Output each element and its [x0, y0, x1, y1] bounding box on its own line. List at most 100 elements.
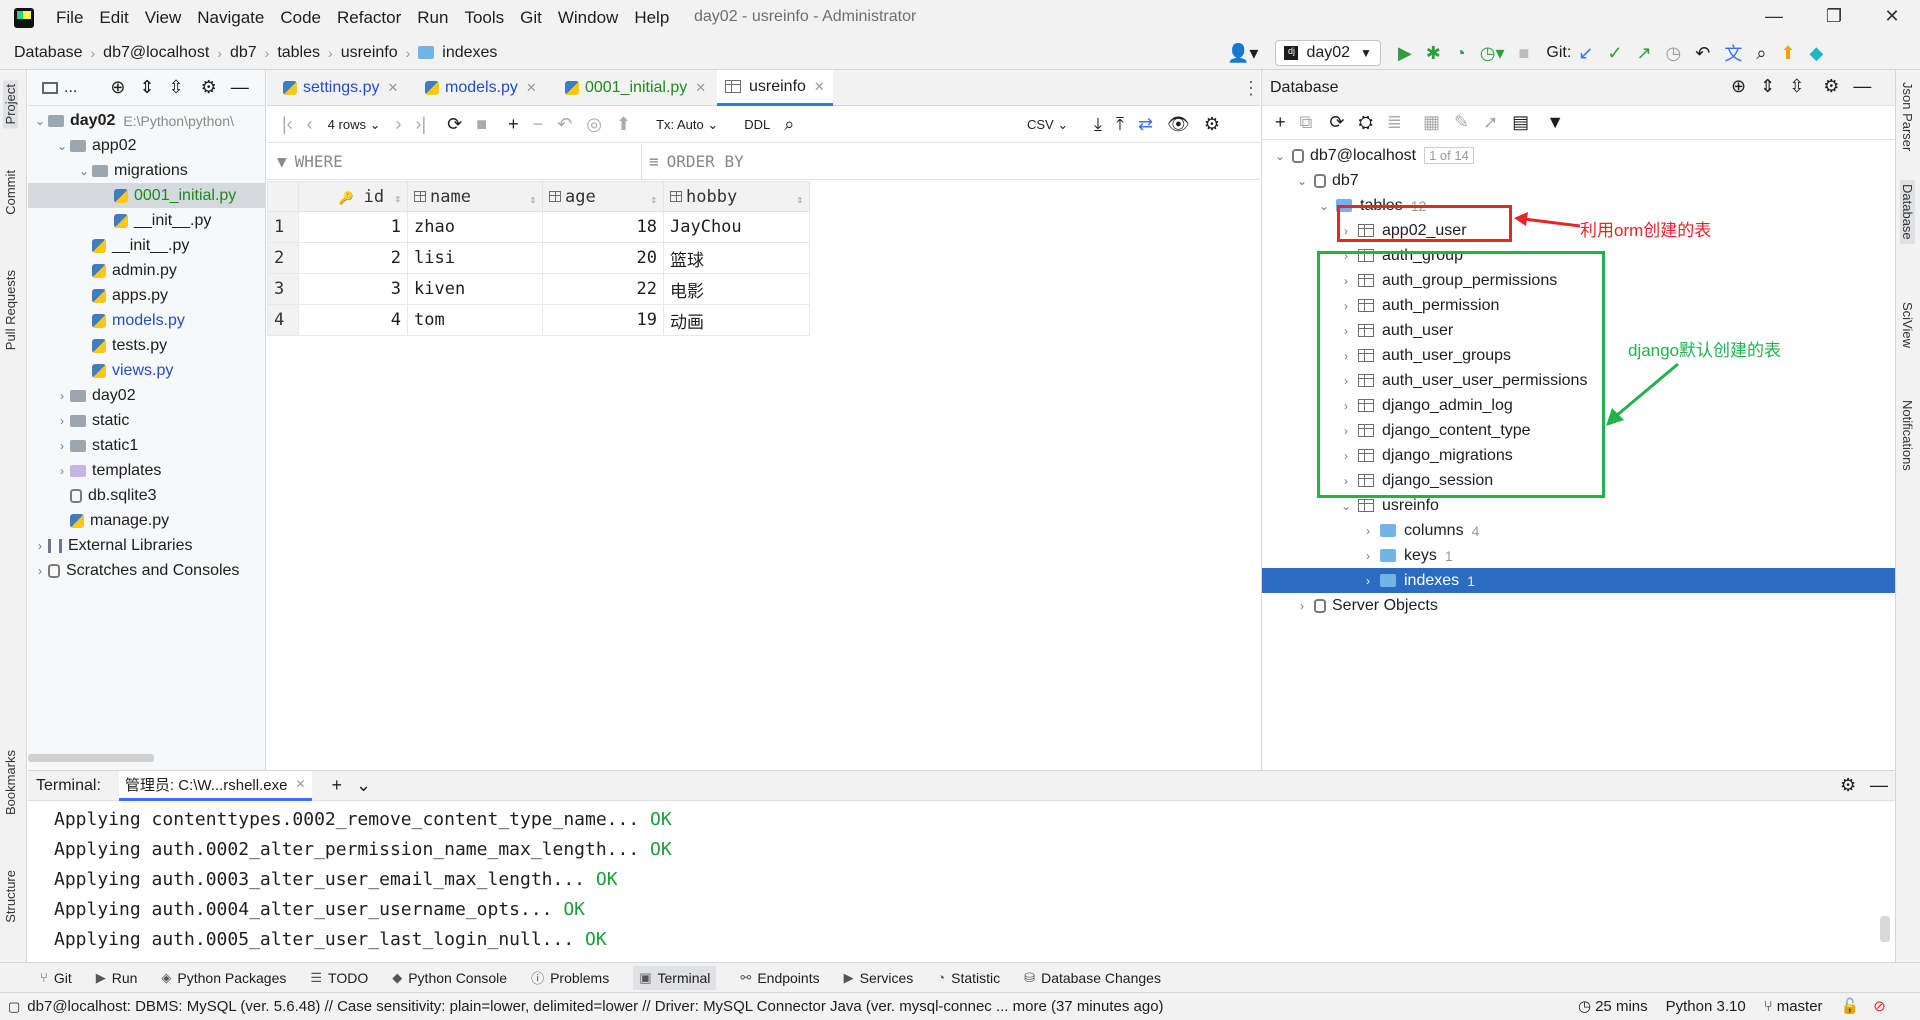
chevron-right-icon[interactable]: › — [54, 464, 70, 478]
tab-commit[interactable]: Commit — [3, 170, 18, 215]
status-message[interactable]: db7@localhost: DBMS: MySQL (ver. 5.6.48)… — [27, 998, 1163, 1015]
locate-icon[interactable]: ⊕ — [110, 77, 125, 98]
gear-icon[interactable]: ⚙ — [1204, 114, 1220, 135]
plugin-icon[interactable]: ◆ — [1810, 43, 1824, 64]
project-view-icon[interactable] — [42, 81, 58, 94]
cell-id[interactable]: 2 — [298, 242, 408, 274]
tree-item[interactable]: › static1 — [28, 433, 266, 458]
debug-icon[interactable]: ✱ — [1426, 43, 1441, 64]
cell-name[interactable]: tom — [407, 304, 543, 336]
tree-item[interactable]: ⌄ app02 — [28, 133, 266, 158]
last-page-icon[interactable]: ›| — [415, 114, 426, 135]
revert-icon[interactable]: ↶ — [557, 114, 572, 135]
tab-bookmarks[interactable]: Bookmarks — [3, 750, 18, 815]
compare-icon[interactable]: ⇄ — [1138, 114, 1153, 135]
tool-terminal[interactable]: ▣ Terminal — [633, 965, 717, 990]
tab-sciview[interactable]: SciView — [1900, 302, 1915, 348]
disconnect-icon[interactable]: ≣ — [1387, 112, 1402, 133]
more-options-icon[interactable]: ⋮ — [1242, 78, 1260, 99]
tool-database-changes[interactable]: ⛁ Database Changes — [1024, 970, 1161, 986]
chevron-down-icon[interactable]: ⌄ — [76, 164, 92, 178]
cell-name[interactable]: kiven — [407, 273, 543, 305]
tree-item[interactable]: 0001_initial.py — [28, 183, 266, 208]
table-row[interactable]: 4 4 tom 19 动画 — [267, 304, 810, 336]
tool-problems[interactable]: ⓘ Problems — [531, 968, 609, 987]
menu-file[interactable]: File — [56, 8, 83, 28]
tree-item[interactable]: admin.py — [28, 258, 266, 283]
tree-item[interactable]: views.py — [28, 358, 266, 383]
tab-database[interactable]: Database — [1900, 180, 1915, 244]
tool-todo[interactable]: ☰ TODO — [310, 970, 368, 986]
tool-python-packages[interactable]: ◈ Python Packages — [161, 970, 286, 986]
search-icon[interactable]: ⌕ — [1756, 43, 1766, 64]
breadcrumb-database[interactable]: Database — [14, 44, 83, 62]
tool-git[interactable]: ⑂ Git — [40, 970, 72, 986]
table-row[interactable]: 1 1 zhao 18 JayChou — [267, 211, 810, 243]
chevron-right-icon[interactable]: › — [1360, 524, 1376, 538]
breadcrumb-schema[interactable]: db7 — [230, 44, 257, 62]
schema-icon[interactable]: ⛭ — [1358, 112, 1372, 133]
cell-id[interactable]: 4 — [298, 304, 408, 336]
db-host[interactable]: ⌄ db7@localhost 1 of 14 — [1262, 143, 1896, 168]
tree-item[interactable]: apps.py — [28, 283, 266, 308]
stop-icon[interactable]: ■ — [476, 114, 487, 135]
table-editor-icon[interactable]: ▦ — [1423, 112, 1440, 133]
close-icon[interactable]: ✕ — [295, 777, 305, 791]
close-icon[interactable]: ✕ — [526, 80, 537, 96]
chevron-down-icon[interactable]: ⌄ — [1294, 174, 1310, 188]
search-icon[interactable]: ⌕ — [784, 114, 794, 135]
menu-view[interactable]: View — [145, 8, 182, 28]
tab-usreinfo[interactable]: usreinfo ✕ — [717, 70, 833, 106]
table-row[interactable]: 2 2 lisi 20 篮球 — [267, 242, 810, 274]
gear-icon[interactable]: ⚙ — [1823, 76, 1839, 97]
order-by-filter[interactable]: ≡ ORDER BY — [649, 152, 744, 171]
minimize-button[interactable]: — — [1762, 6, 1786, 30]
history-icon[interactable]: ◷ — [1666, 43, 1682, 64]
view-icon[interactable]: 👁 — [1167, 114, 1190, 135]
cell-name[interactable]: lisi — [407, 242, 543, 274]
status-time[interactable]: 25 mins — [1595, 998, 1648, 1015]
gear-icon[interactable]: ⚙ — [1840, 775, 1856, 796]
python-interpreter[interactable]: Python 3.10 — [1666, 998, 1746, 1015]
close-button[interactable]: ✕ — [1880, 6, 1904, 30]
prev-page-icon[interactable]: ‹ — [307, 114, 313, 135]
hide-icon[interactable]: — — [1870, 775, 1888, 796]
column-header-age[interactable]: age ⇕ — [542, 181, 664, 212]
tab-project[interactable]: Project — [3, 80, 18, 129]
breadcrumb-indexes[interactable]: indexes — [442, 44, 497, 62]
tool-statistic[interactable]: ◔ Statistic — [937, 970, 1000, 986]
row-number[interactable]: 3 — [267, 273, 299, 305]
chevron-right-icon[interactable]: › — [54, 414, 70, 428]
horizontal-scrollbar[interactable] — [28, 754, 154, 762]
export-format-select[interactable]: CSV ⌄ — [1027, 117, 1068, 133]
breadcrumb-tables[interactable]: tables — [277, 44, 320, 62]
cell-hobby[interactable]: JayChou — [663, 211, 810, 243]
tree-item[interactable]: › day02 — [28, 383, 266, 408]
collapse-all-icon[interactable]: ⇳ — [1789, 76, 1804, 97]
user-icon[interactable]: 👤▾ — [1227, 43, 1258, 64]
tree-item[interactable]: › static — [28, 408, 266, 433]
row-count-select[interactable]: 4 rows ⌄ — [328, 117, 381, 133]
add-icon[interactable]: + — [1275, 112, 1286, 133]
stop-icon[interactable]: ■ — [1519, 43, 1530, 64]
menu-window[interactable]: Window — [558, 8, 618, 28]
preview-icon[interactable]: ◎ — [586, 114, 602, 135]
expand-all-icon[interactable]: ⇕ — [1760, 76, 1775, 97]
terminal-tab[interactable]: 管理员: C:\W...rshell.exe ✕ — [118, 770, 312, 801]
cell-name[interactable]: zhao — [407, 211, 543, 243]
download-icon[interactable]: ⤓ — [1094, 114, 1102, 135]
git-branch[interactable]: master — [1777, 998, 1823, 1015]
tab-json-parser[interactable]: Json Parser — [1900, 82, 1915, 151]
breadcrumb-host[interactable]: db7@localhost — [103, 44, 209, 62]
db-table-subfolder[interactable]: › columns 4 — [1262, 518, 1896, 543]
chevron-right-icon[interactable]: › — [54, 389, 70, 403]
collapse-all-icon[interactable]: ⇳ — [169, 77, 184, 98]
chevron-down-icon[interactable]: ⌄ — [32, 114, 48, 128]
new-tab-icon[interactable]: + — [332, 775, 343, 796]
tree-item[interactable]: __init__.py — [28, 208, 266, 233]
cell-age[interactable]: 22 — [542, 273, 664, 305]
menu-help[interactable]: Help — [634, 8, 669, 28]
table-row[interactable]: 3 3 kiven 22 电影 — [267, 273, 810, 305]
refresh-icon[interactable]: ⟳ — [1329, 112, 1344, 133]
copy-icon[interactable]: ⧉ — [1300, 112, 1313, 133]
